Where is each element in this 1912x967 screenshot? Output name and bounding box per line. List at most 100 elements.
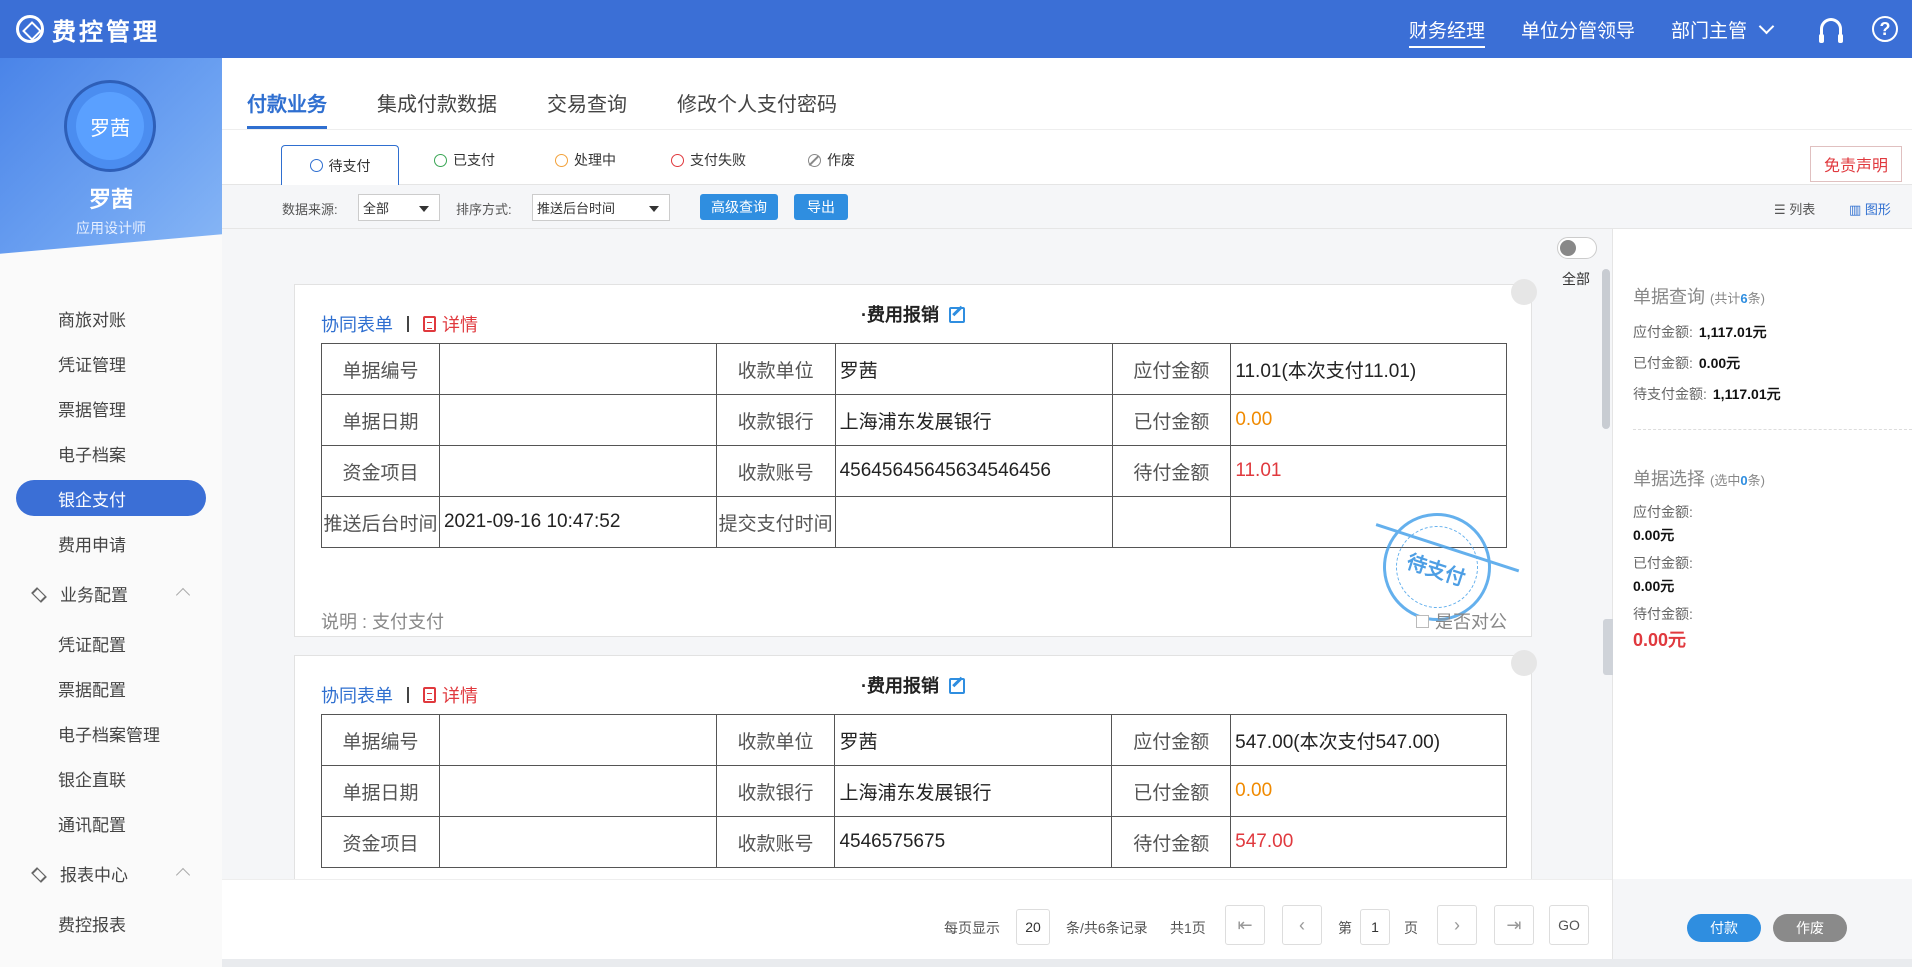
nav-unit-leader[interactable]: 单位分管领导 bbox=[1521, 0, 1635, 58]
card-info-table: 单据编号 收款单位 罗茜 应付金额 11.01(本次支付11.01) 单据日期 … bbox=[321, 343, 1507, 548]
subtab-void[interactable]: 作废 bbox=[808, 150, 855, 170]
chevron-up-icon[interactable] bbox=[175, 587, 191, 603]
next-page-icon[interactable]: › bbox=[1437, 905, 1477, 945]
chevron-down-icon[interactable] bbox=[1758, 18, 1775, 34]
subtab-processing[interactable]: 处理中 bbox=[555, 150, 616, 170]
table-row: 资金项目 收款账号 45645645645634546456 待付金额 11.0… bbox=[321, 445, 1507, 497]
table-cell: 单据日期 bbox=[321, 394, 440, 446]
clock-icon bbox=[555, 153, 568, 167]
collab-form-link[interactable]: 协同表单 bbox=[321, 682, 393, 708]
records-text: 条/共6条记录 bbox=[1066, 920, 1148, 936]
per-page-input[interactable]: 20 bbox=[1016, 909, 1050, 945]
public-checkbox[interactable]: 是否对公 bbox=[1416, 608, 1507, 634]
tab-change-pay-password[interactable]: 修改个人支付密码 bbox=[677, 88, 837, 117]
table-row: 资金项目 收款账号 4546575675 待付金额 547.00 bbox=[321, 816, 1507, 868]
disclaimer-button[interactable]: 免责声明 bbox=[1810, 146, 1902, 182]
pending-amount-cell: 11.01 bbox=[1230, 445, 1507, 497]
checkbox-icon[interactable] bbox=[1416, 614, 1429, 628]
prev-page-icon[interactable]: ‹ bbox=[1282, 905, 1322, 945]
table-cell: 45645645645634546456 bbox=[834, 445, 1113, 497]
sel-payable-label: 应付金额: bbox=[1633, 504, 1693, 520]
sidebar-item-bank-direct[interactable]: 银企直联 bbox=[0, 756, 222, 801]
table-cell: 547.00(本次支付547.00) bbox=[1230, 714, 1507, 766]
sidebar-item-archive-manage[interactable]: 电子档案管理 bbox=[0, 711, 222, 756]
payment-card: ·费用报销 协同表单 详情 单据编号 收款单位 罗茜 应付金额 547.00(本… bbox=[294, 650, 1537, 879]
table-cell: 已付金额 bbox=[1111, 394, 1232, 446]
sidebar-item-bank-payment[interactable]: 银企支付 bbox=[16, 480, 206, 516]
paid-line: 已付金额: 0.00元 bbox=[1633, 353, 1740, 373]
edit-icon[interactable] bbox=[949, 678, 965, 694]
sidebar-item-expense-request[interactable]: 费用申请 bbox=[0, 521, 222, 566]
sidebar-group-label: 报表中心 bbox=[60, 866, 128, 885]
tab-integrated-payment-data[interactable]: 集成付款数据 bbox=[377, 88, 497, 117]
page-input[interactable]: 1 bbox=[1360, 909, 1390, 945]
view-list-link[interactable]: ☰ 列表 bbox=[1774, 199, 1815, 218]
go-button[interactable]: GO bbox=[1549, 905, 1589, 945]
view-list-label: 列表 bbox=[1789, 202, 1816, 217]
card-title-text: ·费用报销 bbox=[861, 305, 939, 325]
first-page-icon[interactable]: ⇤ bbox=[1225, 905, 1265, 945]
tab-payment-business[interactable]: 付款业务 bbox=[247, 88, 327, 129]
select-count-prefix: (选中 bbox=[1710, 473, 1741, 488]
table-cell: 待付金额 bbox=[1111, 816, 1232, 868]
source-select[interactable]: 全部 bbox=[358, 194, 440, 221]
table-cell: 收款银行 bbox=[715, 765, 836, 817]
detail-link[interactable]: 详情 bbox=[442, 311, 478, 337]
chevron-up-icon[interactable] bbox=[175, 867, 191, 883]
query-count-prefix: (共计 bbox=[1710, 291, 1741, 306]
page-suffix: 页 bbox=[1404, 920, 1418, 936]
sidebar-item-invoice-config[interactable]: 票据配置 bbox=[0, 666, 222, 711]
select-all-toggle[interactable] bbox=[1557, 237, 1597, 259]
subtab-paid[interactable]: 已支付 bbox=[434, 150, 495, 170]
pages-text: 共1页 bbox=[1170, 920, 1206, 936]
sel-paid-label: 已付金额: bbox=[1633, 555, 1693, 571]
app-logo[interactable]: 费控管理 bbox=[16, 12, 160, 47]
collapse-handle[interactable] bbox=[1603, 619, 1613, 675]
sidebar-item-travel-reconcile[interactable]: 商旅对账 bbox=[0, 296, 222, 341]
payable-value: 1,117.01元 bbox=[1698, 324, 1767, 340]
nav-finance-manager[interactable]: 财务经理 bbox=[1408, 0, 1485, 58]
divider bbox=[407, 316, 409, 332]
headset-icon[interactable] bbox=[1819, 18, 1843, 43]
sidebar-item-comm-config[interactable]: 通讯配置 bbox=[0, 801, 222, 846]
table-cell: 提交支付时间 bbox=[715, 496, 836, 548]
subtab-pending[interactable]: 待支付 bbox=[281, 145, 399, 185]
bottom-strip bbox=[222, 959, 1912, 967]
sidebar-item-e-archive[interactable]: 电子档案 bbox=[0, 431, 222, 476]
sidebar-group-business-config[interactable]: 业务配置 bbox=[0, 566, 222, 621]
sidebar-item-voucher[interactable]: 凭证管理 bbox=[0, 341, 222, 386]
sidebar-item-voucher-config[interactable]: 凭证配置 bbox=[0, 621, 222, 666]
avatar[interactable]: 罗茜 bbox=[76, 92, 144, 160]
scrollbar[interactable] bbox=[1602, 269, 1610, 429]
detail-link[interactable]: 详情 bbox=[442, 682, 478, 708]
view-chart-link[interactable]: ▥ 图形 bbox=[1849, 199, 1891, 218]
user-role: 应用设计师 bbox=[76, 220, 146, 236]
sidebar-item-invoice[interactable]: 票据管理 bbox=[0, 386, 222, 431]
table-row: 推送后台时间 2021-09-16 10:47:52 提交支付时间 bbox=[321, 496, 1507, 548]
sel-payable-value: 0.00元 bbox=[1633, 527, 1675, 543]
export-button[interactable]: 导出 bbox=[794, 194, 848, 220]
last-page-icon[interactable]: ⇥ bbox=[1494, 905, 1534, 945]
table-cell bbox=[438, 714, 717, 766]
subtab-failed[interactable]: 支付失败 bbox=[671, 150, 746, 170]
payment-card: ·费用报销 协同表单 详情 单据编号 收款单位 罗茜 应付金额 11.01(本次… bbox=[294, 279, 1537, 637]
subtab-label: 支付失败 bbox=[690, 152, 746, 168]
advanced-query-button[interactable]: 高级查询 bbox=[700, 194, 778, 220]
table-cell: 收款账号 bbox=[715, 445, 836, 497]
sort-select[interactable]: 推送后台时间 bbox=[532, 194, 670, 221]
pay-button[interactable]: 付款 bbox=[1687, 914, 1761, 942]
help-icon[interactable]: ? bbox=[1872, 16, 1898, 42]
table-cell: 已付金额 bbox=[1111, 765, 1232, 817]
source-select-value: 全部 bbox=[363, 201, 390, 216]
sidebar-item-expense-report[interactable]: 费控报表 bbox=[0, 901, 222, 946]
table-cell: 罗茜 bbox=[834, 714, 1113, 766]
sidebar-group-report-center[interactable]: 报表中心 bbox=[0, 846, 222, 901]
collab-form-link[interactable]: 协同表单 bbox=[321, 311, 393, 337]
edit-icon[interactable] bbox=[949, 307, 965, 323]
void-button[interactable]: 作废 bbox=[1773, 914, 1847, 942]
table-cell: 单据编号 bbox=[321, 714, 440, 766]
table-cell bbox=[834, 496, 1113, 548]
nav-dept-head[interactable]: 部门主管 bbox=[1671, 0, 1775, 58]
summary-actions: 付款 作废 bbox=[1613, 879, 1912, 967]
tab-transaction-query[interactable]: 交易查询 bbox=[547, 88, 627, 117]
